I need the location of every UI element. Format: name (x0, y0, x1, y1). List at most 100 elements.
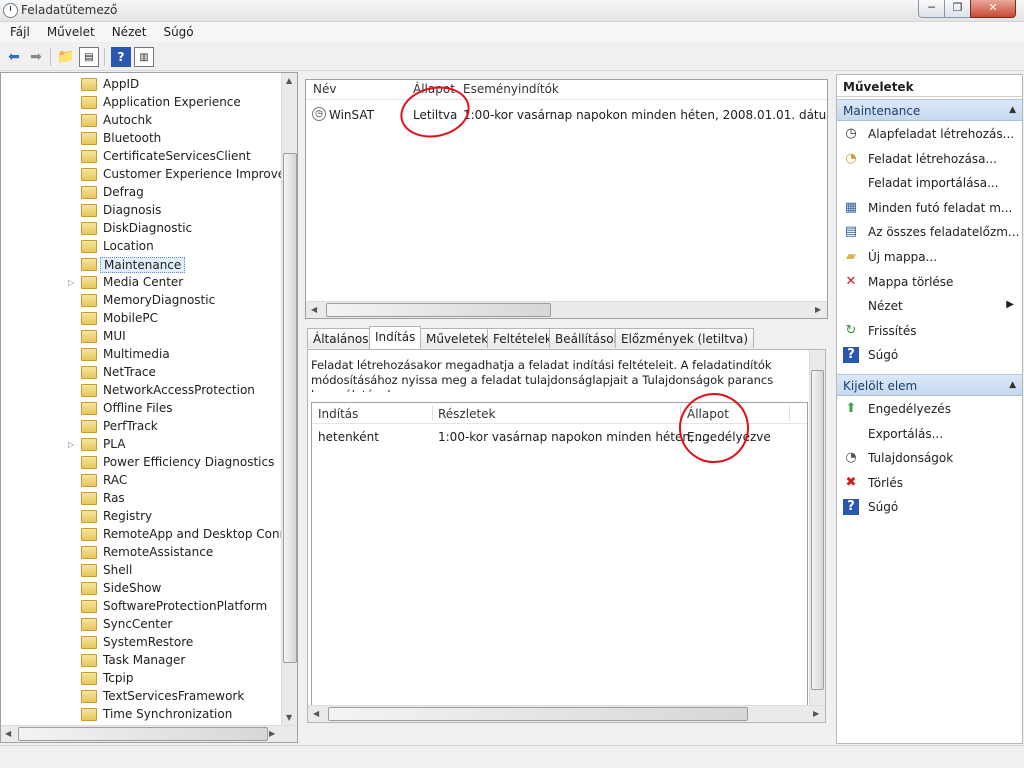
tab-triggers[interactable]: Indítás (369, 326, 422, 349)
title-bar: Feladatütemező ─ ❐ ✕ (0, 0, 1024, 22)
scroll-thumb[interactable] (326, 303, 551, 317)
folder-icon (81, 492, 97, 505)
tree-item-label: Ras (103, 491, 125, 505)
action-item[interactable]: ▦ Minden futó feladat m... (837, 197, 1022, 219)
folder-tree: AppID Application Experience Autochk Blueto… (1, 76, 281, 726)
action-item[interactable]: ? Súgó (837, 344, 1022, 366)
scroll-thumb[interactable] (328, 707, 748, 721)
details-horizontal-scrollbar[interactable]: ◀ ▶ (308, 705, 825, 722)
folder-icon (81, 654, 97, 667)
tree-item-label: Location (103, 239, 154, 253)
scroll-thumb[interactable] (18, 727, 268, 741)
scroll-down-icon[interactable]: ▼ (286, 713, 292, 722)
actions-section-maintenance[interactable]: Maintenance ▲ (837, 99, 1022, 121)
folder-icon (81, 582, 97, 595)
task-list-horizontal-scrollbar[interactable]: ◀ ▶ (306, 301, 827, 318)
tree-item-label: AppID (103, 77, 140, 91)
trigger-details: 1:00-kor vasárnap napokon minden héten, … (438, 430, 710, 444)
action-item[interactable]: ⬆ Engedélyezés (837, 398, 1022, 420)
column-triggers[interactable]: Eseményindítók (463, 82, 559, 96)
column-divider (789, 406, 790, 421)
action-label: Az összes feladatelőzm... (868, 225, 1020, 240)
tree-horizontal-scrollbar[interactable]: ◀ ▶ (1, 725, 297, 742)
tree-item-label: MobilePC (103, 311, 158, 325)
maximize-button[interactable]: ❐ (944, 0, 971, 18)
folder-icon (81, 348, 97, 361)
details-vertical-scrollbar[interactable] (809, 350, 825, 705)
tab-general[interactable]: Általános (307, 328, 375, 348)
menu-action[interactable]: Művelet (37, 22, 102, 39)
action-item[interactable]: ↻ Frissítés (837, 320, 1022, 342)
action-item[interactable]: Nézet ▶ (837, 295, 1022, 317)
scroll-right-icon[interactable]: ▶ (813, 709, 819, 718)
action-label: Feladat létrehozása... (868, 151, 997, 166)
tab-conditions[interactable]: Feltételek (487, 328, 558, 348)
expand-arrow-icon[interactable]: ▷ (68, 440, 74, 449)
column-name[interactable]: Név (313, 82, 336, 96)
section-title: Maintenance (843, 104, 921, 118)
tree-item-label: Offline Files (103, 401, 173, 415)
scroll-left-icon[interactable]: ◀ (313, 709, 319, 718)
expand-arrow-icon[interactable]: ▷ (68, 278, 74, 287)
scroll-thumb[interactable] (283, 153, 297, 663)
menu-view[interactable]: Nézet (102, 22, 154, 39)
action-label: Mappa törlése (868, 274, 954, 289)
tree-vertical-scrollbar[interactable]: ▲ ▼ (281, 73, 297, 725)
tab-actions[interactable]: Műveletek (420, 328, 495, 348)
folder-icon (81, 132, 97, 145)
minimize-button[interactable]: ─ (918, 0, 945, 18)
tree-item-label: Task Manager (103, 653, 186, 667)
scroll-up-icon[interactable]: ▲ (286, 76, 292, 85)
action-item[interactable]: ▰ Új mappa... (837, 246, 1022, 268)
scroll-thumb[interactable] (811, 370, 824, 690)
action-item[interactable]: ✕ Mappa törlése (837, 271, 1022, 293)
action-item[interactable]: ◷ Alapfeladat létrehozás... (837, 123, 1022, 145)
scroll-left-icon[interactable]: ◀ (5, 729, 11, 738)
scroll-right-icon[interactable]: ▶ (815, 305, 821, 314)
folder-icon (81, 402, 97, 415)
actions-section-selected-item[interactable]: Kijelölt elem ▲ (837, 374, 1022, 396)
refresh-icon: ↻ (843, 322, 859, 339)
delete-icon: ✖ (845, 474, 857, 490)
back-arrow-icon[interactable]: ⬅ (4, 47, 24, 67)
tree-item-label: PerfTrack (103, 419, 158, 433)
action-label: Törlés (868, 475, 904, 490)
section-title: Kijelölt elem (843, 379, 918, 393)
folder-icon (81, 78, 97, 91)
action-item[interactable]: Exportálás... (837, 423, 1022, 445)
basic-task-icon: ◷ (843, 126, 859, 142)
action-label: Alapfeladat létrehozás... (868, 127, 1015, 141)
triggers-description: Feladat létrehozásakor megadhatja a fela… (311, 358, 774, 392)
forward-arrow-icon[interactable]: ➡ (26, 47, 46, 67)
action-item[interactable]: ? Súgó (837, 496, 1022, 518)
column-trigger[interactable]: Indítás (318, 407, 358, 421)
task-row[interactable]: ◷ WinSAT Letiltva 1:00-kor vasárnap napo… (306, 105, 827, 125)
tree-item-label: Multimedia (103, 347, 170, 361)
action-label: Tulajdonságok (868, 451, 954, 466)
column-details[interactable]: Részletek (438, 407, 496, 421)
action-item[interactable]: Feladat importálása... (837, 172, 1022, 194)
tab-history[interactable]: Előzmények (letiltva) (615, 328, 755, 348)
scroll-left-icon[interactable]: ◀ (311, 305, 317, 314)
tree-item-label: Media Center (103, 275, 184, 289)
help-icon[interactable]: ? (111, 47, 131, 67)
menu-file[interactable]: Fájl (0, 22, 37, 39)
collapse-icon[interactable]: ▲ (1009, 380, 1016, 390)
folder-icon (81, 672, 97, 685)
close-button[interactable]: ✕ (970, 0, 1016, 18)
collapse-icon[interactable]: ▲ (1009, 105, 1016, 115)
menu-help[interactable]: Súgó (153, 22, 200, 39)
action-item[interactable]: ◔ Tulajdonságok (837, 447, 1022, 469)
folder-icon (81, 528, 97, 541)
scroll-right-icon[interactable]: ▶ (269, 729, 275, 738)
show-hide-tree-icon[interactable]: ▤ (79, 47, 99, 67)
folder-tree-pane: AppID Application Experience Autochk Blueto… (0, 72, 298, 743)
action-item[interactable]: ◔ Feladat létrehozása... (837, 148, 1022, 170)
show-hide-action-pane-icon[interactable]: ▥ (134, 47, 154, 67)
action-item[interactable]: ▤ Az összes feladatelőzm... (837, 221, 1022, 243)
action-label: Súgó (868, 348, 899, 363)
up-folder-icon[interactable]: 📁 (56, 47, 76, 67)
action-label: Engedélyezés (868, 402, 951, 416)
action-item[interactable]: ✖ Törlés (837, 472, 1022, 494)
toolbar-separator (50, 48, 51, 66)
